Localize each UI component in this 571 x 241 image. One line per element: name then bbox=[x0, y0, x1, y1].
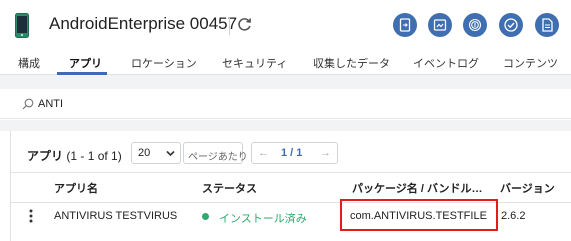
phone-icon bbox=[15, 13, 29, 38]
next-page-button[interactable]: → bbox=[320, 147, 331, 159]
tab-apps[interactable]: アプリ bbox=[69, 55, 102, 71]
remote-view-icon bbox=[399, 18, 411, 32]
pagination: ← 1 / 1 → bbox=[251, 142, 338, 164]
per-page-select[interactable]: 20 bbox=[131, 142, 181, 164]
per-page-label-text: ページあたり bbox=[188, 152, 248, 163]
tab-configuration[interactable]: 構成 bbox=[18, 55, 40, 71]
apps-range: (1 - 1 of 1) bbox=[66, 149, 122, 163]
prev-page-button[interactable]: ← bbox=[258, 147, 269, 159]
app-name-cell[interactable]: ANTIVIRUS TESTVIRUS bbox=[54, 210, 177, 222]
tab-collected-data[interactable]: 収集したデータ bbox=[313, 55, 390, 71]
device-title: AndroidEnterprise 00457 bbox=[49, 14, 238, 33]
per-page-label: ページあたり bbox=[183, 142, 248, 164]
tab-content[interactable]: コンテンツ bbox=[503, 55, 558, 71]
section-gap bbox=[0, 120, 571, 131]
status-dot-icon bbox=[202, 213, 209, 220]
version-cell: 2.6.2 bbox=[501, 210, 526, 222]
search-icon bbox=[22, 98, 34, 110]
tab-bar: 構成 アプリ ロケーション セキュリティ 収集したデータ イベントログ コンテン… bbox=[0, 47, 571, 75]
tab-event-log[interactable]: イベントログ bbox=[413, 55, 479, 71]
section-gap bbox=[0, 75, 571, 89]
col-package[interactable]: パッケージ名 / バンドル… bbox=[352, 180, 483, 196]
status-cell: インストール済み bbox=[219, 213, 307, 225]
page-indicator: 1 / 1 bbox=[281, 147, 303, 159]
refresh-icon[interactable] bbox=[236, 16, 253, 33]
screenshot-icon bbox=[433, 19, 447, 31]
chevron-down-icon bbox=[166, 150, 175, 157]
col-app-name[interactable]: アプリ名 bbox=[54, 180, 98, 196]
verify-button[interactable] bbox=[499, 13, 523, 37]
search-bar[interactable]: ANTI bbox=[0, 89, 571, 119]
fingerprint-button[interactable] bbox=[463, 13, 487, 37]
tab-location[interactable]: ロケーション bbox=[131, 55, 197, 71]
tab-security[interactable]: セキュリティ bbox=[222, 55, 287, 71]
col-status[interactable]: ステータス bbox=[202, 180, 257, 196]
header-divider bbox=[229, 17, 230, 35]
fingerprint-icon bbox=[468, 18, 482, 32]
check-circle-icon bbox=[504, 18, 518, 32]
package-highlight-box bbox=[340, 199, 498, 231]
device-header: AndroidEnterprise 00457 bbox=[0, 0, 571, 47]
document-icon bbox=[542, 18, 553, 32]
screenshot-button[interactable] bbox=[428, 13, 452, 37]
apps-title: アプリ bbox=[27, 149, 64, 163]
report-button[interactable] bbox=[535, 13, 559, 37]
remote-view-button[interactable] bbox=[393, 13, 417, 37]
col-version[interactable]: バージョン bbox=[500, 180, 555, 196]
per-page-value: 20 bbox=[138, 147, 151, 159]
kebab-menu-icon[interactable] bbox=[28, 208, 34, 224]
apps-count: アプリ (1 - 1 of 1) bbox=[27, 147, 122, 164]
search-input[interactable]: ANTI bbox=[38, 98, 63, 110]
